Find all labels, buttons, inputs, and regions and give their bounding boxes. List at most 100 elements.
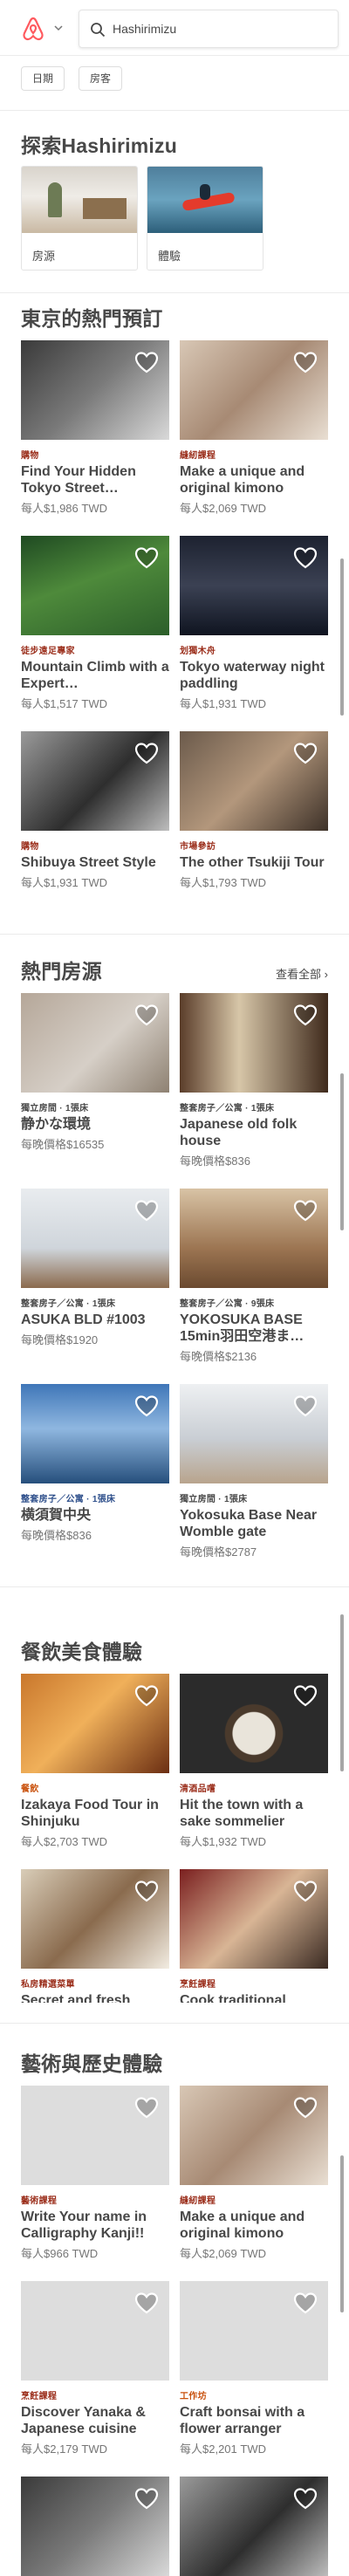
card-title: 静かな環境 (21, 1117, 92, 1132)
card-title: ASUKA BLD #1003 (21, 1312, 146, 1327)
card-category: 私房精選菜單 (21, 1980, 75, 1990)
heart-icon[interactable] (293, 2487, 318, 2510)
card-photo (180, 2281, 328, 2381)
heart-icon[interactable] (134, 742, 159, 764)
card-title: Find Your Hidden Tokyo Street… (21, 464, 136, 496)
category-homes-card[interactable]: 房源 (21, 166, 138, 271)
card-price: 每晚價格$836 (21, 1529, 92, 1542)
heart-icon[interactable] (293, 1880, 318, 1902)
card-price: 每人$2,201 TWD (180, 2442, 266, 2456)
divider (0, 2023, 349, 2024)
home-card[interactable]: 整套房子／公寓 · 1張床 Japanese old folk house 每晚… (180, 993, 328, 1168)
heart-icon[interactable] (134, 2487, 159, 2510)
scrollbar[interactable] (340, 558, 344, 716)
card-category: 整套房子／公寓 · 1張床 (21, 1299, 116, 1309)
experience-card[interactable]: 縫紉課程 Make a unique and original kimono 每… (180, 2086, 328, 2261)
experience-card[interactable]: 市場參訪 The other Tsukiji Tour 每人$1,793 TWD (180, 731, 328, 890)
heart-icon[interactable] (293, 742, 318, 764)
card-photo (21, 340, 169, 440)
card-photo (21, 2281, 169, 2381)
arts-section-title: 藝術與歷史體驗 (21, 2052, 163, 2075)
card-title: Shibuya Street Style (21, 855, 156, 870)
heart-icon[interactable] (293, 2292, 318, 2314)
card-price: 每人$1,517 TWD (21, 697, 107, 710)
heart-icon[interactable] (293, 546, 318, 569)
category-experiences-label: 體驗 (158, 250, 181, 263)
card-title: Cook traditional (180, 1993, 286, 2003)
home-card[interactable]: 整套房子／公寓 · 1張床 ASUKA BLD #1003 每晚價格$1920 (21, 1189, 169, 1347)
card-category: 購物 (21, 451, 39, 461)
heart-icon[interactable] (293, 1394, 318, 1417)
heart-icon[interactable] (134, 1199, 159, 1222)
home-card[interactable]: 整套房子／公寓 · 1張床 横須賀中央 每晚價格$836 (21, 1384, 169, 1543)
card-price: 每晚價格$16535 (21, 1138, 105, 1151)
scrollbar[interactable] (340, 2155, 344, 2312)
experience-card[interactable]: 划獨木舟 Tokyo waterway night paddling 每人$1,… (180, 536, 328, 711)
heart-icon[interactable] (134, 1880, 159, 1902)
airbnb-logo-icon[interactable] (19, 16, 47, 42)
card-photo (21, 1869, 169, 1969)
card-category: 整套房子／公寓 · 1張床 (21, 1495, 116, 1504)
heart-icon[interactable] (134, 1004, 159, 1026)
category-homes-label: 房源 (32, 250, 56, 263)
experience-card[interactable]: 清酒品嚐 Hit the town with a sake sommelier … (180, 1674, 328, 1849)
card-price: 每人$2,069 TWD (180, 2247, 266, 2260)
card-title: Japanese old folk house (180, 1117, 298, 1148)
card-category: 藝術課程 (21, 2196, 58, 2206)
search-input[interactable] (113, 17, 331, 40)
experience-card[interactable]: 縫紉課程 Make a unique and original kimono 每… (180, 340, 328, 516)
card-price: 每晚價格$1920 (21, 1333, 99, 1346)
card-price: 每人$2,703 TWD (21, 1835, 107, 1848)
explore-section-title: 探索Hashirimizu (21, 134, 177, 157)
guests-filter-button[interactable]: 房客 (79, 66, 123, 91)
card-photo (21, 2086, 169, 2185)
home-card[interactable]: 獨立房間 · 1張床 静かな環境 每晚價格$16535 (21, 993, 169, 1152)
scrollbar[interactable] (340, 1073, 344, 1230)
heart-icon[interactable] (293, 2096, 318, 2119)
heart-icon[interactable] (293, 1199, 318, 1222)
chevron-down-icon[interactable] (54, 24, 63, 31)
card-price: 每晚價格$2136 (180, 1350, 257, 1363)
card-photo (21, 1384, 169, 1483)
card-price: 每晚價格$2787 (180, 1545, 257, 1559)
experience-card[interactable]: 工作坊 Craft bonsai with a flower arranger … (180, 2281, 328, 2456)
see-all-link[interactable]: 查看全部 › (276, 965, 328, 982)
heart-icon[interactable] (134, 2292, 159, 2314)
experience-card[interactable]: 餐飲 Izakaya Food Tour in Shinjuku 每人$2,70… (21, 1674, 169, 1849)
heart-icon[interactable] (134, 2096, 159, 2119)
heart-icon[interactable] (134, 351, 159, 373)
heart-icon[interactable] (134, 546, 159, 569)
dates-filter-button[interactable]: 日期 (21, 66, 65, 91)
experience-card[interactable]: 購物 Find Your Hidden Tokyo Street… 每人$1,9… (21, 340, 169, 516)
home-card[interactable]: 獨立房間 · 1張床 Yokosuka Base Near Womble gat… (180, 1384, 328, 1559)
card-title: The other Tsukiji Tour (180, 855, 325, 870)
experiences-category-photo (147, 167, 263, 233)
card-category: 工作坊 (180, 2392, 207, 2401)
card-category: 烹飪課程 (21, 2392, 58, 2401)
card-category: 購物 (21, 842, 39, 852)
heart-icon[interactable] (134, 1394, 159, 1417)
experience-card[interactable]: 藝術課程 Write Your name in Calligraphy Kanj… (21, 2086, 169, 2261)
card-title: Yokosuka Base Near Womble gate (180, 1508, 318, 1539)
card-title: 横須賀中央 (21, 1508, 92, 1523)
experience-card[interactable]: 烹飪課程 Discover Yanaka & Japanese cuisine … (21, 2281, 169, 2456)
heart-icon[interactable] (293, 1684, 318, 1707)
scrollbar[interactable] (340, 1614, 344, 1771)
experience-card[interactable]: 烹飪課程 Cook traditional (180, 1869, 328, 2003)
heart-icon[interactable] (293, 1004, 318, 1026)
popular-section-title: 東京的熱門預訂 (21, 307, 163, 330)
experience-card[interactable]: 私房精選菜單 Secret and fresh (21, 1869, 169, 2003)
experience-card[interactable]: 購物 Shibuya Street Style 每人$1,931 TWD (21, 731, 169, 890)
card-price: 每人$2,069 TWD (180, 502, 266, 515)
food-section-title: 餐飲美食體驗 (21, 1641, 143, 1663)
card-category: 縫紉課程 (180, 2196, 216, 2206)
heart-icon[interactable] (134, 1684, 159, 1707)
card-category: 整套房子／公寓 · 9張床 (180, 1299, 275, 1309)
heart-icon[interactable] (293, 351, 318, 373)
search-bar[interactable] (79, 10, 339, 48)
card-category: 徒步遠足專家 (21, 647, 75, 656)
experience-card[interactable]: 徒步遠足專家 Mountain Climb with a Expert… 每人$… (21, 536, 169, 711)
category-experiences-card[interactable]: 體驗 (147, 166, 263, 271)
home-card[interactable]: 整套房子／公寓 · 9張床 YOKOSUKA BASE 15min羽田空港ま… … (180, 1189, 328, 1364)
card-category: 划獨木舟 (180, 647, 216, 656)
